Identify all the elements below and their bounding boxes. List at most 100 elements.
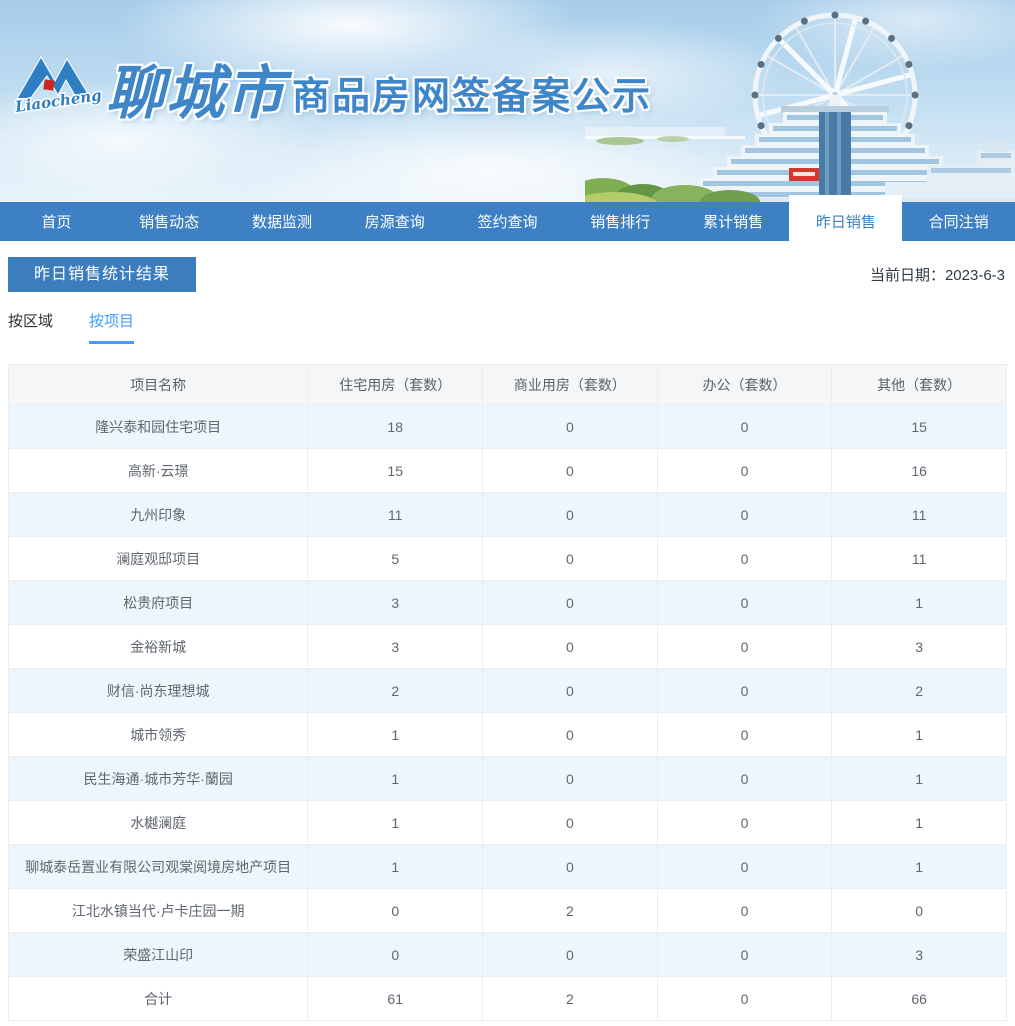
section-title-badge: 昨日销售统计结果 — [8, 257, 197, 292]
cell-commercial: 2 — [482, 888, 658, 933]
table-row: 合计 61 2 0 66 — [7, 976, 1007, 1021]
cell-commercial: 0 — [482, 448, 658, 493]
nav-item-cumulative-sales[interactable]: 累计销售 — [677, 202, 790, 241]
cell-project-name: 松贵府项目 — [7, 580, 309, 625]
cell-project-name: 水樾澜庭 — [7, 800, 309, 845]
cell-office: 0 — [656, 712, 833, 757]
current-date: 当前日期：2023-6-3 — [870, 264, 1007, 285]
cell-commercial: 2 — [482, 976, 658, 1021]
main-nav: 首页 销售动态 数据监测 房源查询 签约查询 销售排行 累计销售 昨日销售 合同… — [0, 195, 1015, 241]
cell-other: 3 — [831, 932, 1007, 977]
cell-commercial: 0 — [482, 800, 658, 845]
cell-residential: 2 — [307, 668, 484, 713]
cell-office: 0 — [656, 800, 833, 845]
nav-item-contract-cancellation[interactable]: 合同注销 — [902, 202, 1015, 241]
cell-residential: 0 — [307, 888, 484, 933]
cell-commercial: 0 — [482, 756, 658, 801]
site-title: 商品房网签备案公示 — [292, 76, 653, 118]
date-value: 2023-6-3 — [944, 267, 1005, 284]
cell-office: 0 — [656, 492, 833, 537]
cell-office: 0 — [656, 844, 833, 889]
cell-commercial: 0 — [482, 668, 658, 713]
cell-office: 0 — [656, 536, 833, 581]
cell-project-name: 九州印象 — [7, 492, 309, 537]
cell-residential: 0 — [307, 932, 484, 977]
cell-office: 0 — [656, 580, 833, 625]
tab-by-project[interactable]: 按项目 — [89, 310, 135, 344]
table-row: 财信·尚东理想城 2 0 0 2 — [7, 668, 1007, 713]
cell-residential: 18 — [307, 404, 484, 449]
cell-residential: 3 — [307, 580, 484, 625]
cell-commercial: 0 — [482, 492, 658, 537]
cell-other: 66 — [831, 976, 1007, 1021]
cell-office: 0 — [656, 668, 833, 713]
cell-residential: 1 — [307, 712, 484, 757]
table-row: 水樾澜庭 1 0 0 1 — [7, 800, 1007, 845]
cell-residential: 1 — [307, 756, 484, 801]
table-row: 荣盛江山印 0 0 0 3 — [7, 932, 1007, 977]
nav-item-sales-ranking[interactable]: 销售排行 — [564, 202, 677, 241]
table-row: 九州印象 11 0 0 11 — [7, 492, 1007, 537]
nav-item-contract-query[interactable]: 签约查询 — [451, 202, 564, 241]
cell-project-name: 合计 — [7, 976, 309, 1021]
cell-other: 11 — [831, 492, 1007, 537]
table-row: 澜庭观邸项目 5 0 0 11 — [7, 536, 1007, 581]
cell-project-name: 澜庭观邸项目 — [7, 536, 309, 581]
city-name-script: 聊城市 — [106, 59, 287, 127]
cell-project-name: 江北水镇当代·卢卡庄园一期 — [7, 888, 309, 933]
cell-other: 1 — [831, 580, 1007, 625]
cell-other: 15 — [831, 404, 1007, 449]
cell-commercial: 0 — [482, 932, 658, 977]
cell-project-name: 隆兴泰和园住宅项目 — [7, 404, 309, 449]
table-row: 聊城泰岳置业有限公司观棠阅境房地产项目 1 0 0 1 — [7, 844, 1007, 889]
cell-office: 0 — [656, 404, 833, 449]
cell-project-name: 荣盛江山印 — [7, 932, 309, 977]
cell-residential: 11 — [307, 492, 484, 537]
cell-residential: 5 — [307, 536, 484, 581]
banner: Liaocheng 聊城市 商品房网签备案公示 — [0, 0, 1015, 202]
table-header-row: 项目名称 住宅用房（套数） 商业用房（套数） 办公（套数） 其他（套数） — [7, 364, 1007, 405]
cell-office: 0 — [656, 448, 833, 493]
cell-commercial: 0 — [482, 712, 658, 757]
cell-office: 0 — [656, 756, 833, 801]
cell-project-name: 民生海通·城市芳华·蘭园 — [7, 756, 309, 801]
tab-by-region[interactable]: 按区域 — [8, 310, 53, 344]
cell-project-name: 聊城泰岳置业有限公司观棠阅境房地产项目 — [7, 844, 309, 889]
table-row: 城市领秀 1 0 0 1 — [7, 712, 1007, 757]
nav-item-data-monitor[interactable]: 数据监测 — [226, 202, 339, 241]
cell-other: 11 — [831, 536, 1007, 581]
nav-item-sales-dynamics[interactable]: 销售动态 — [113, 202, 226, 241]
cell-commercial: 0 — [482, 536, 658, 581]
nav-item-home[interactable]: 首页 — [0, 202, 113, 241]
nav-item-listing-query[interactable]: 房源查询 — [338, 202, 451, 241]
cell-residential: 15 — [307, 448, 484, 493]
cell-commercial: 0 — [482, 844, 658, 889]
table-row: 高新·云璟 15 0 0 16 — [7, 448, 1007, 493]
sales-table: 项目名称 住宅用房（套数） 商业用房（套数） 办公（套数） 其他（套数） 隆兴泰… — [7, 364, 1007, 1021]
cell-project-name: 金裕新城 — [7, 624, 309, 669]
cell-other: 1 — [831, 800, 1007, 845]
view-tabs: 按区域 按项目 — [8, 310, 1007, 344]
nav-item-yesterday-sales[interactable]: 昨日销售 — [789, 195, 903, 241]
cell-office: 0 — [656, 976, 833, 1021]
table-row: 江北水镇当代·卢卡庄园一期 0 2 0 0 — [7, 888, 1007, 933]
cell-other: 1 — [831, 712, 1007, 757]
date-label: 当前日期： — [869, 267, 945, 284]
cell-other: 1 — [831, 844, 1007, 889]
table-row: 金裕新城 3 0 0 3 — [7, 624, 1007, 669]
col-header-project-name: 项目名称 — [7, 364, 309, 405]
cell-office: 0 — [656, 888, 833, 933]
cell-other: 0 — [831, 888, 1007, 933]
table-row: 隆兴泰和园住宅项目 18 0 0 15 — [7, 404, 1007, 449]
cell-other: 16 — [831, 448, 1007, 493]
table-row: 松贵府项目 3 0 0 1 — [7, 580, 1007, 625]
cell-residential: 3 — [307, 624, 484, 669]
cell-commercial: 0 — [482, 404, 658, 449]
col-header-commercial: 商业用房（套数） — [482, 364, 658, 405]
cell-office: 0 — [656, 624, 833, 669]
cell-commercial: 0 — [482, 580, 658, 625]
brand: Liaocheng 聊城市 商品房网签备案公示 — [12, 46, 653, 122]
cell-commercial: 0 — [482, 624, 658, 669]
table-row: 民生海通·城市芳华·蘭园 1 0 0 1 — [7, 756, 1007, 801]
col-header-other: 其他（套数） — [831, 364, 1007, 405]
